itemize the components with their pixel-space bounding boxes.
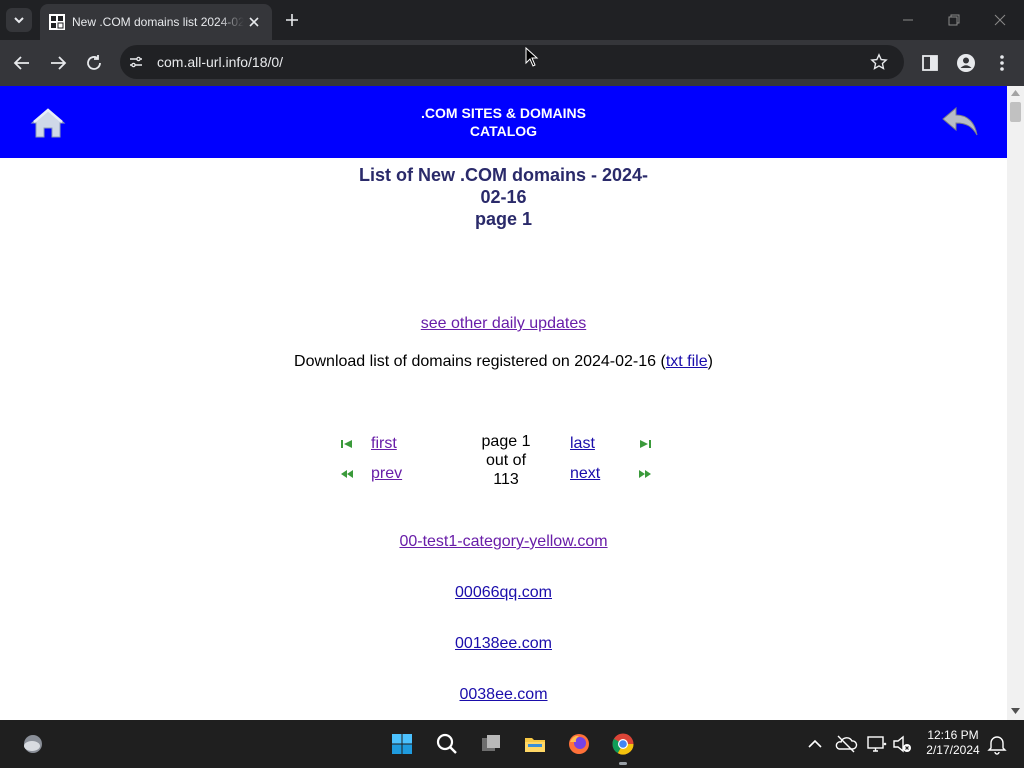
page-indicator-line: out of [485, 452, 527, 469]
scroll-up-arrow-icon[interactable] [1011, 90, 1020, 96]
last-page-icon[interactable] [638, 439, 652, 449]
site-title-line: .COM SITES & DOMAINS [421, 105, 586, 121]
list-item: 00138ee.com [0, 635, 1007, 653]
windows-taskbar: 12:16 PM 2/17/2024 [0, 720, 1024, 768]
clock-date: 2/17/2024 [926, 743, 980, 757]
firefox-icon[interactable] [567, 732, 591, 756]
last-page-link[interactable]: last [570, 435, 595, 453]
chrome-icon[interactable] [611, 732, 635, 756]
bookmark-star-icon[interactable] [870, 53, 888, 71]
site-title-line: CATALOG [469, 123, 538, 139]
tab-title: New .COM domains list 2024-02-16 [72, 15, 244, 29]
active-app-indicator [619, 762, 627, 765]
weather-widget-icon[interactable] [21, 732, 45, 756]
file-explorer-icon[interactable] [523, 732, 547, 756]
prev-page-icon[interactable] [340, 469, 354, 479]
site-header-banner: .COM SITES & DOMAINS CATALOG [0, 86, 1007, 158]
browser-tab-active[interactable]: New .COM domains list 2024-02-16 [40, 4, 272, 40]
site-settings-icon[interactable] [128, 54, 144, 70]
heading-line: page 1 [474, 209, 533, 229]
download-text: Download list of domains registered on 2… [0, 353, 1007, 371]
page-indicator-line: page 1 [481, 433, 531, 450]
tab-search-button[interactable] [6, 8, 32, 32]
other-updates-link[interactable]: see other daily updates [421, 315, 586, 332]
url-text[interactable]: com.all-url.info/18/0/ [157, 54, 283, 70]
side-panel-icon[interactable] [919, 52, 941, 74]
scrollbar-thumb[interactable] [1010, 102, 1021, 122]
back-arrow-icon[interactable] [11, 52, 33, 74]
page-indicator: page 1 out of 113 [468, 432, 544, 489]
profile-avatar-icon[interactable] [955, 52, 977, 74]
search-icon[interactable] [435, 732, 459, 756]
daily-updates-row: see other daily updates [0, 315, 1007, 333]
close-tab-icon[interactable] [246, 14, 262, 30]
next-page-icon[interactable] [638, 469, 652, 479]
forward-arrow-icon[interactable] [47, 52, 69, 74]
first-page-icon[interactable] [340, 439, 354, 449]
domain-link[interactable]: 0038ee.com [459, 686, 547, 703]
windows-start-icon[interactable] [390, 732, 414, 756]
page-content: .COM SITES & DOMAINS CATALOG List of New… [0, 86, 1007, 720]
mouse-cursor-icon [525, 47, 539, 67]
prev-page-link[interactable]: prev [371, 465, 402, 483]
list-item: 0038ee.com [0, 686, 1007, 704]
reload-icon[interactable] [83, 52, 105, 74]
new-tab-icon[interactable] [282, 10, 302, 30]
domain-link[interactable]: 00066qq.com [455, 584, 552, 601]
onedrive-offline-icon[interactable] [834, 732, 858, 756]
page-scrollbar[interactable] [1007, 86, 1024, 720]
network-icon[interactable] [865, 732, 889, 756]
minimize-window-icon[interactable] [898, 10, 918, 30]
page-indicator-line: 113 [493, 471, 519, 488]
browser-titlebar: New .COM domains list 2024-02-16 [0, 0, 1024, 40]
first-page-link[interactable]: first [371, 435, 397, 453]
volume-muted-icon[interactable] [890, 732, 914, 756]
clock-time: 12:16 PM [927, 728, 979, 742]
close-window-icon[interactable] [990, 10, 1010, 30]
list-item: 00066qq.com [0, 584, 1007, 602]
browser-toolbar: com.all-url.info/18/0/ [0, 40, 1024, 86]
site-title: .COM SITES & DOMAINS CATALOG [0, 104, 1007, 140]
scroll-down-arrow-icon[interactable] [1011, 708, 1020, 714]
taskbar-clock[interactable]: 12:16 PM 2/17/2024 [918, 728, 988, 758]
restore-window-icon[interactable] [944, 10, 964, 30]
site-favicon-icon [49, 14, 65, 30]
domain-link[interactable]: 00138ee.com [455, 635, 552, 652]
download-prefix: Download list of domains registered on 2… [294, 353, 666, 370]
chevron-up-icon[interactable] [803, 732, 827, 756]
more-menu-icon[interactable] [991, 52, 1013, 74]
task-view-icon[interactable] [479, 732, 503, 756]
heading-line: 02-16 [480, 187, 527, 207]
page-heading: List of New .COM domains - 2024- 02-16 p… [0, 164, 1007, 230]
domain-link[interactable]: 00-test1-category-yellow.com [399, 533, 607, 550]
heading-line: List of New .COM domains - 2024- [358, 165, 649, 185]
download-suffix: ) [707, 353, 713, 370]
chevron-down-icon [14, 17, 24, 24]
notification-bell-icon[interactable] [985, 732, 1009, 756]
txt-file-link[interactable]: txt file [666, 353, 708, 370]
list-item: 00-test1-category-yellow.com [0, 533, 1007, 551]
address-bar[interactable]: com.all-url.info/18/0/ [120, 45, 904, 79]
return-arrow-icon[interactable] [940, 104, 980, 138]
next-page-link[interactable]: next [570, 465, 600, 483]
